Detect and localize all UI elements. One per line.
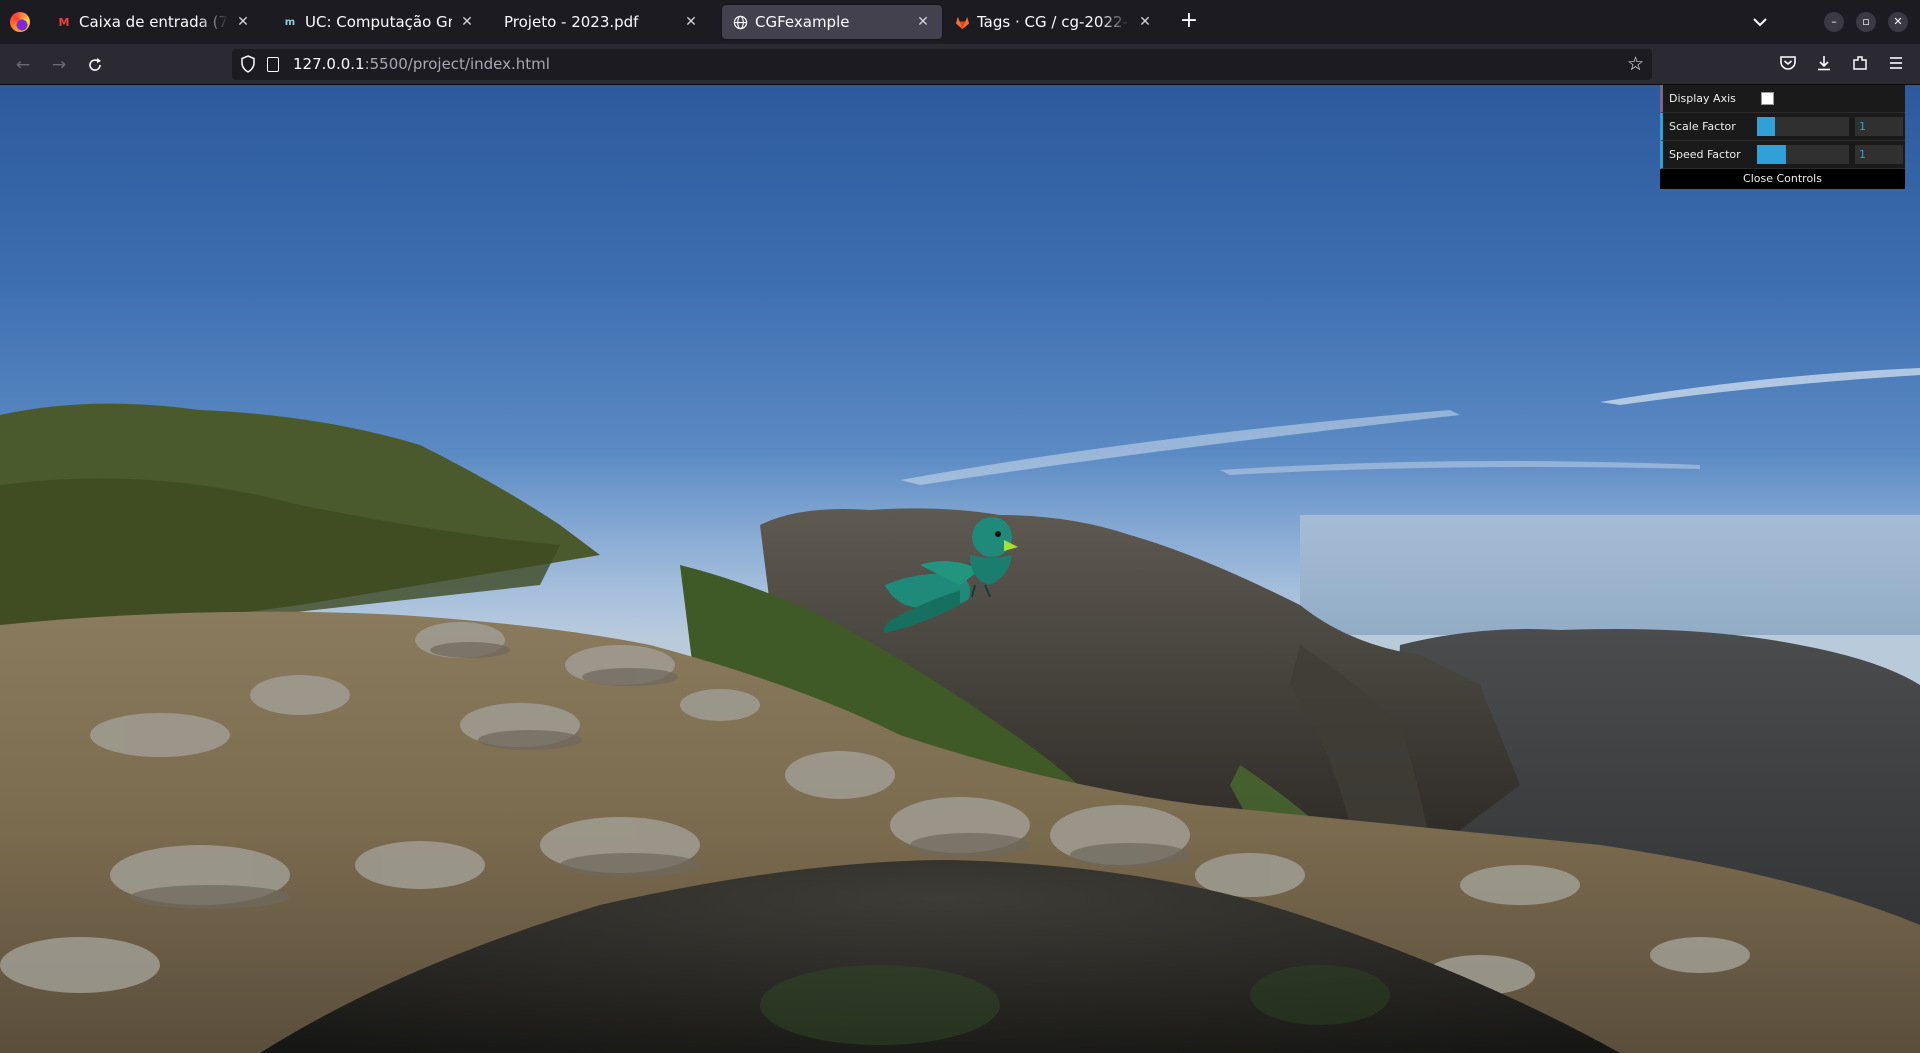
cloud-streak [1220, 461, 1700, 475]
gui-controls-panel: Display Axis Scale Factor 1 Speed Factor… [1660, 85, 1905, 189]
scale-factor-input[interactable]: 1 [1855, 117, 1903, 136]
display-axis-row[interactable]: Display Axis [1660, 85, 1905, 113]
speed-factor-input[interactable]: 1 [1855, 145, 1903, 164]
extensions-icon[interactable] [1849, 52, 1871, 74]
url-path: :5500/project/index.html [364, 55, 550, 73]
moodle-icon: m [284, 16, 296, 28]
webgl-canvas[interactable] [0, 85, 1920, 1053]
speed-factor-slider[interactable] [1757, 145, 1849, 164]
tab-list-button[interactable] [1748, 10, 1772, 34]
close-icon[interactable]: ✕ [914, 14, 932, 30]
url-host: 127.0.0.1 [293, 55, 365, 73]
gitlab-icon [954, 14, 970, 30]
forward-button[interactable]: → [46, 52, 72, 78]
speed-factor-row: Speed Factor 1 [1660, 141, 1905, 169]
tab-title: Projeto - 2023.pdf [504, 13, 639, 31]
reload-button[interactable] [82, 52, 108, 78]
shield-icon[interactable] [240, 55, 256, 73]
close-window-button[interactable]: ✕ [1888, 12, 1908, 32]
tab-title: CGFexample [755, 13, 850, 31]
display-axis-checkbox[interactable] [1761, 92, 1774, 105]
menu-icon[interactable] [1885, 52, 1907, 74]
page-icon[interactable] [267, 57, 279, 72]
new-tab-button[interactable]: + [1176, 9, 1202, 35]
reload-icon [89, 58, 101, 71]
tab-cgfexample[interactable]: CGFexample ✕ [722, 5, 942, 39]
moss-patch [760, 965, 1000, 1045]
tab-gmail[interactable]: M Caixa de entrada (790) - r ✕ [46, 5, 262, 39]
moss-patch [1250, 965, 1390, 1025]
navigation-bar: ← → 127.0.0.1:5500/project/index.html ☆ [0, 44, 1920, 85]
display-axis-label: Display Axis [1669, 92, 1736, 105]
scale-factor-label: Scale Factor [1669, 120, 1736, 133]
speed-factor-label: Speed Factor [1669, 148, 1741, 161]
bird-eye [995, 531, 1001, 537]
chevron-down-icon [1753, 18, 1767, 27]
close-icon[interactable]: ✕ [1136, 14, 1154, 30]
tab-title: UC: Computação Gráfica [305, 13, 452, 31]
close-icon[interactable]: ✕ [682, 14, 700, 30]
bird-head [972, 517, 1012, 557]
panorama-scene [0, 368, 1920, 1053]
firefox-logo-icon[interactable] [10, 12, 30, 32]
scale-factor-row: Scale Factor 1 [1660, 113, 1905, 141]
restore-button[interactable]: ▫ [1856, 12, 1876, 32]
back-button[interactable]: ← [10, 52, 36, 78]
close-icon[interactable]: ✕ [458, 14, 476, 30]
cloud-streak [900, 410, 1460, 485]
tab-pdf[interactable]: Projeto - 2023.pdf ✕ [494, 5, 710, 39]
tab-moodle[interactable]: m UC: Computação Gráfica ✕ [272, 5, 486, 39]
tab-gitlab[interactable]: Tags · CG / cg-2022-2023 ✕ [944, 5, 1164, 39]
scale-factor-slider[interactable] [1757, 117, 1849, 136]
minimize-button[interactable]: – [1824, 12, 1844, 32]
tab-bar: M Caixa de entrada (790) - r ✕ m UC: Com… [0, 0, 1920, 44]
tab-title: Tags · CG / cg-2022-2023 [977, 13, 1130, 31]
globe-icon [732, 14, 748, 30]
horizon-haze [1300, 515, 1920, 635]
gmail-icon: M [58, 15, 70, 29]
bookmark-star-icon[interactable]: ☆ [1627, 53, 1644, 75]
pocket-icon[interactable] [1777, 52, 1799, 74]
close-controls-button[interactable]: Close Controls [1660, 169, 1905, 189]
cloud-streak [1600, 368, 1920, 405]
url-bar[interactable]: 127.0.0.1:5500/project/index.html ☆ [232, 49, 1652, 80]
close-icon[interactable]: ✕ [234, 14, 252, 30]
download-icon[interactable] [1813, 52, 1835, 74]
url-text[interactable]: 127.0.0.1:5500/project/index.html [293, 55, 550, 73]
tab-title: Caixa de entrada (790) - r [79, 13, 228, 31]
